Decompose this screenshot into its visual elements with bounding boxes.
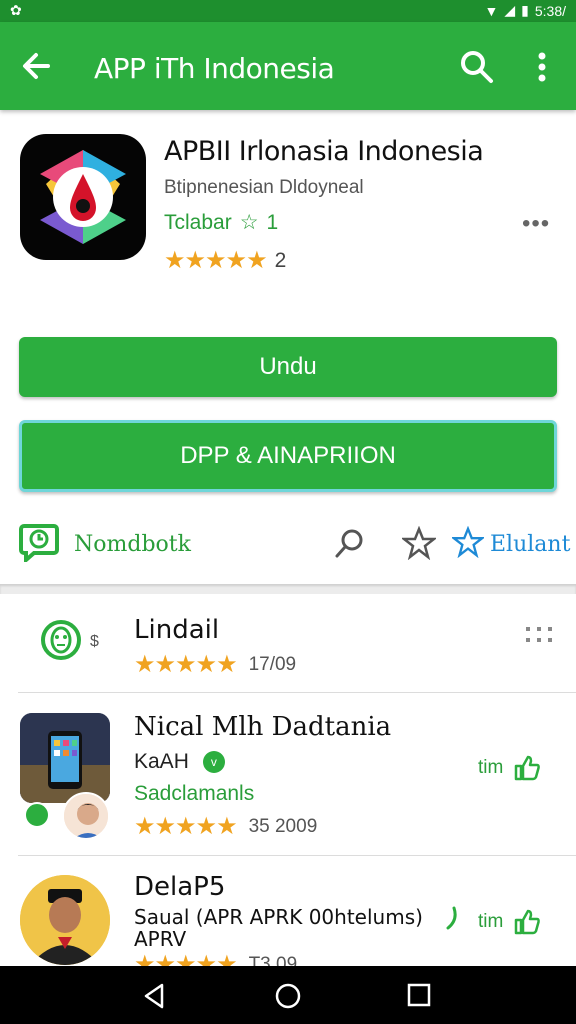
thumbs-up-icon <box>515 909 541 935</box>
nav-home-icon[interactable] <box>273 981 303 1011</box>
secondary-button[interactable]: DPP & AINAPRIION <box>19 420 557 492</box>
chat-label[interactable]: Nomdbotk <box>74 532 191 557</box>
system-nav-bar <box>0 966 576 1024</box>
like-label: tim <box>478 757 504 778</box>
signal-icon: ◢ <box>504 2 516 18</box>
more-horiz-icon[interactable]: ••• <box>522 210 550 238</box>
list-item-rating: ★★★★★ 35 2009 <box>134 812 317 841</box>
list-item-category: Sadclamanls <box>134 782 255 805</box>
category-count: 1 <box>266 210 279 234</box>
star-outline-icon: ☆ <box>239 211 259 234</box>
list-item-avatar[interactable] <box>20 875 110 965</box>
list-item-thumbnail[interactable] <box>20 713 110 803</box>
item-price: $ <box>90 633 99 650</box>
list-item-subtitle: KaAH v <box>134 750 225 774</box>
list-item-rating: ★★★★★ 17/09 <box>134 650 296 679</box>
rating-stars-icon: ★★★★★ <box>134 813 238 840</box>
like-action[interactable]: tim <box>478 754 541 782</box>
developer-name[interactable]: Btipnenesian Dldoyneal <box>164 177 364 199</box>
rating-row: ★★★★★ 2 <box>164 246 286 275</box>
update-badge-icon <box>24 802 50 828</box>
battery-icon: ▮ <box>521 2 529 18</box>
nav-recents-icon[interactable] <box>406 982 432 1008</box>
notification-icon: ✿ <box>10 2 22 18</box>
thumbs-up-icon <box>515 755 541 781</box>
rating-text: 17/09 <box>248 653 297 675</box>
back-arrow-icon[interactable] <box>18 46 58 86</box>
row-divider <box>18 692 576 693</box>
download-button[interactable]: Undu <box>19 337 557 397</box>
chat-clock-icon[interactable] <box>18 520 60 562</box>
avatar <box>62 792 110 840</box>
action-row: Nomdbotk Elulant <box>0 516 576 572</box>
like-label: tim <box>478 911 504 932</box>
category-row[interactable]: Tclabar ☆ 1 <box>164 210 278 235</box>
section-divider <box>0 584 576 594</box>
star-outline-icon[interactable] <box>402 526 436 560</box>
search-icon[interactable] <box>458 48 496 86</box>
rating-value: 2 <box>274 248 287 272</box>
wifi-icon: ▼ <box>484 2 499 19</box>
rating-text: 35 2009 <box>248 815 318 837</box>
nav-back-icon[interactable] <box>140 982 168 1010</box>
rating-stars-icon: ★★★★★ <box>134 651 238 678</box>
face-badge-icon <box>41 620 81 660</box>
star-blue-icon[interactable] <box>452 526 484 558</box>
rating-stars-icon: ★★★★★ <box>164 247 268 274</box>
list-item-title[interactable]: Lindail <box>134 615 219 645</box>
list-item-title[interactable]: DelaP5 <box>134 872 225 902</box>
leaf-icon <box>446 906 457 930</box>
grid-dots-icon[interactable] <box>524 624 554 646</box>
like-action[interactable]: tim <box>478 908 541 936</box>
app-bar: APP iTh Indonesia <box>0 22 576 110</box>
app-bar-title: APP iTh Indonesia <box>94 52 335 85</box>
verified-badge-icon: v <box>202 751 225 773</box>
status-time: 5:38/ <box>534 2 566 19</box>
more-vert-icon[interactable] <box>528 48 556 86</box>
category-label: Tclabar <box>164 210 232 234</box>
wishlist-label[interactable]: Elulant <box>490 532 570 557</box>
list-item-title[interactable]: Nical Mlh Dadtania <box>134 712 391 742</box>
list-item-subtitle: Saual (APR APRK 00htelums) APRV <box>134 905 423 951</box>
status-bar: ✿ ▼ ◢ ▮ 5:38/ <box>0 0 576 22</box>
row-divider <box>18 855 576 856</box>
app-icon <box>20 134 146 260</box>
search-icon[interactable] <box>332 526 368 562</box>
app-name: APBII Irlonasia Indonesia <box>164 136 484 167</box>
